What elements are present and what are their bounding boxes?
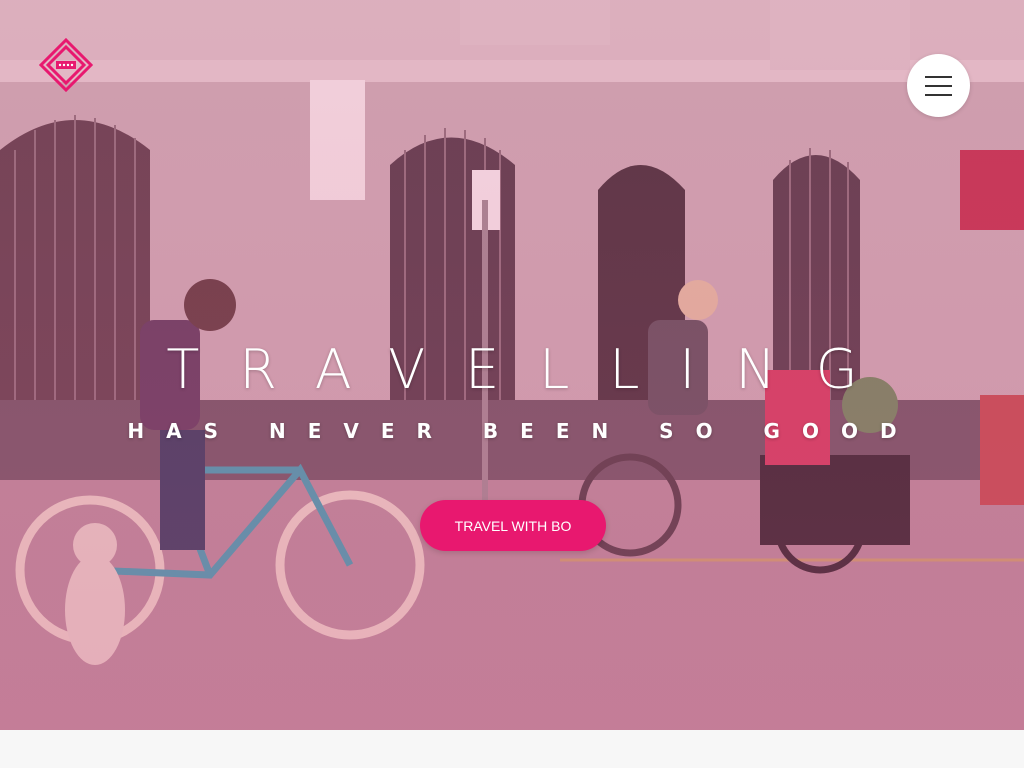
hero-subheadline: HAS NEVER BEEN SO GOOD <box>127 419 919 443</box>
diamond-logo-icon[interactable] <box>39 38 93 92</box>
next-section-band <box>0 730 1024 768</box>
hero-headline: TRAVELLING <box>166 338 898 401</box>
hero-section: TRAVELLING HAS NEVER BEEN SO GOOD TRAVEL… <box>0 0 1024 730</box>
travel-with-bo-button[interactable]: TRAVEL WITH BO <box>420 500 606 551</box>
menu-button[interactable] <box>907 54 970 117</box>
hamburger-menu-icon <box>925 75 952 78</box>
